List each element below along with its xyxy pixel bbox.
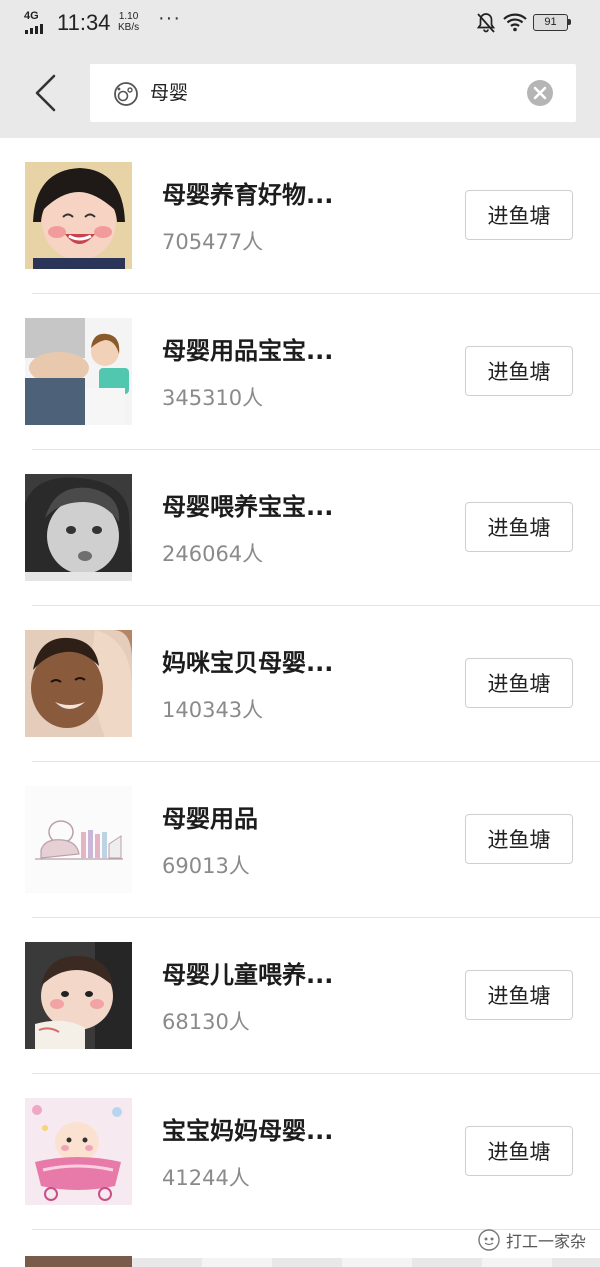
join-pond-button[interactable]: 进鱼塘 (465, 1126, 573, 1176)
watermark-text: 打工一家杂 (506, 1232, 587, 1251)
list-item[interactable]: 母婴儿童喂养... 68130人 进鱼塘 (0, 918, 600, 1074)
battery-icon: 91 (533, 14, 571, 31)
group-avatar (25, 1256, 132, 1267)
group-avatar (25, 474, 132, 581)
network-type: 4G (24, 10, 39, 22)
clear-search-icon[interactable] (526, 79, 554, 107)
search-query[interactable]: 母婴 (150, 80, 188, 106)
partial-content (132, 1258, 600, 1267)
join-pond-button[interactable]: 进鱼塘 (465, 190, 573, 240)
join-pond-button[interactable]: 进鱼塘 (465, 346, 573, 396)
group-name: 母婴用品 (162, 805, 258, 833)
join-pond-button[interactable]: 进鱼塘 (465, 502, 573, 552)
group-name: 宝宝妈妈母婴... (162, 1117, 334, 1145)
member-count: 345310人 (162, 386, 264, 410)
status-bar: 4G 11:34 1.10 KB/s ··· 91 (0, 0, 600, 46)
watermark: 打工一家杂 (478, 1226, 586, 1254)
search-header: 母婴 (0, 46, 600, 138)
group-avatar (25, 162, 132, 269)
group-name: 母婴用品宝宝... (162, 337, 334, 365)
group-name: 母婴儿童喂养... (162, 961, 334, 989)
wifi-icon (503, 13, 527, 32)
group-avatar (25, 786, 132, 893)
group-avatar (25, 1098, 132, 1205)
group-name: 母婴喂养宝宝... (162, 493, 334, 521)
notifications-muted-icon (476, 13, 496, 33)
join-pond-button[interactable]: 进鱼塘 (465, 970, 573, 1020)
network-speed: 1.10 KB/s (118, 11, 139, 33)
member-count: 140343人 (162, 698, 264, 722)
list-item[interactable]: 母婴用品 69013人 进鱼塘 (0, 762, 600, 918)
search-input[interactable]: 母婴 (90, 64, 576, 122)
cellular-signal-icon: 4G (24, 10, 46, 34)
speed-value: 1.10 (118, 11, 139, 22)
member-count: 69013人 (162, 854, 250, 878)
group-avatar (25, 630, 132, 737)
list-item[interactable]: 母婴用品宝宝... 345310人 进鱼塘 (0, 294, 600, 450)
member-count: 68130人 (162, 1010, 250, 1034)
list-item[interactable]: 母婴喂养宝宝... 246064人 进鱼塘 (0, 450, 600, 606)
list-item[interactable]: 宝宝妈妈母婴... 41244人 进鱼塘 (0, 1074, 600, 1230)
list-item[interactable]: 妈咪宝贝母婴... 140343人 进鱼塘 (0, 606, 600, 762)
join-pond-button[interactable]: 进鱼塘 (465, 658, 573, 708)
group-avatar (25, 942, 132, 1049)
fish-pond-search-icon (114, 82, 138, 106)
member-count: 705477人 (162, 230, 264, 254)
group-avatar (25, 318, 132, 425)
member-count: 41244人 (162, 1166, 250, 1190)
join-pond-button[interactable]: 进鱼塘 (465, 814, 573, 864)
more-notifications-icon: ··· (158, 7, 181, 29)
list-item[interactable]: 母婴养育好物... 705477人 进鱼塘 (0, 138, 600, 294)
group-name: 母婴养育好物... (162, 181, 334, 209)
back-arrow-icon[interactable] (26, 68, 66, 118)
member-count: 246064人 (162, 542, 264, 566)
speed-unit: KB/s (118, 22, 140, 33)
clock: 11:34 (57, 10, 111, 35)
group-name: 妈咪宝贝母婴... (162, 649, 334, 677)
wechat-official-account-icon (478, 1229, 500, 1251)
battery-level: 91 (533, 14, 568, 31)
